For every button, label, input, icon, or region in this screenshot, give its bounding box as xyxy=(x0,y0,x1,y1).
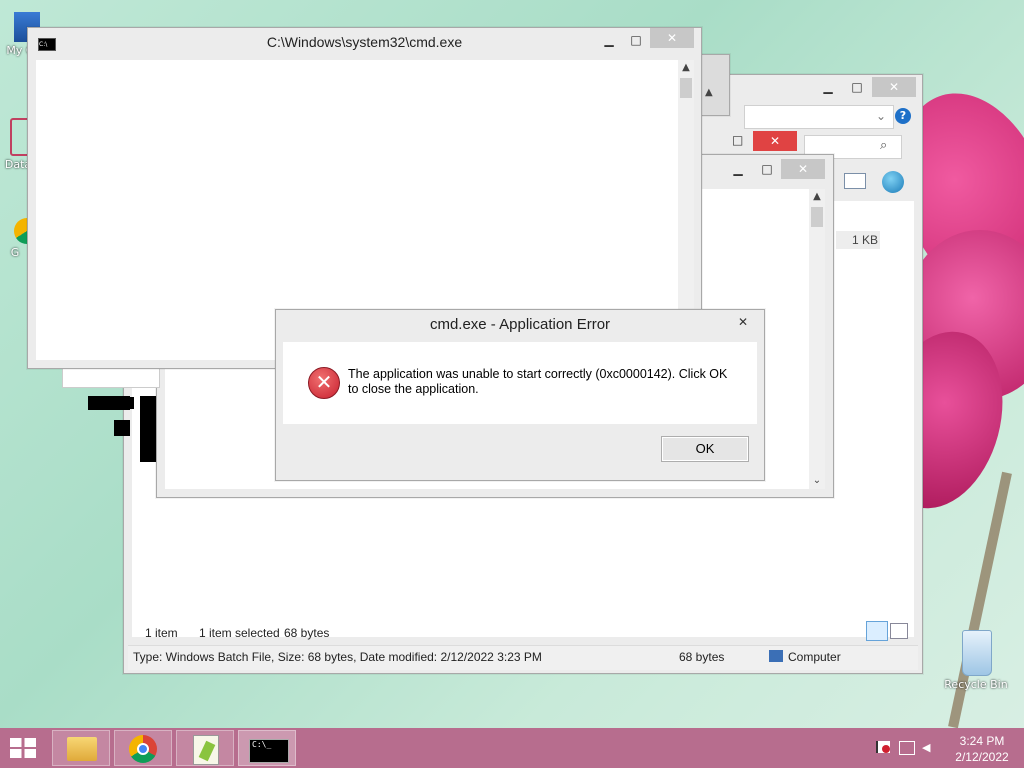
notepadpp-icon xyxy=(193,735,219,765)
address-bar[interactable] xyxy=(744,105,894,129)
console-icon: C:\_ xyxy=(249,739,289,763)
volume-muted-icon[interactable]: ◀ xyxy=(922,741,936,754)
close-button[interactable]: ✕ xyxy=(781,159,825,179)
details-bar-text: Type: Windows Batch File, Size: 68 bytes… xyxy=(133,650,542,664)
desktop-icon-chrome-shortcut[interactable]: G xyxy=(0,218,40,259)
error-icon: ✕ xyxy=(308,367,340,399)
scroll-thumb[interactable] xyxy=(680,78,692,98)
status-item-count: 1 item xyxy=(145,626,178,640)
details-bar-size: 68 bytes xyxy=(679,650,725,664)
large-icons-view-icon[interactable] xyxy=(890,623,908,639)
stacked-window: ▲ xyxy=(700,54,730,116)
close-button[interactable]: ✕ xyxy=(650,28,694,48)
minimize-button[interactable]: ▁ xyxy=(596,30,622,50)
folder-icon xyxy=(67,737,97,761)
error-message: The application was unable to start corr… xyxy=(348,367,728,396)
taskbar-file-explorer[interactable] xyxy=(52,730,110,766)
network-globe-icon[interactable] xyxy=(882,171,904,193)
chevron-down-icon[interactable]: ⌄ xyxy=(876,109,886,123)
close-button[interactable]: ✕ xyxy=(728,312,758,332)
action-center-flag-icon[interactable] xyxy=(876,741,890,753)
stacked-maximize[interactable]: □ xyxy=(732,133,743,147)
maximize-button[interactable]: □ xyxy=(844,77,870,97)
minimize-button[interactable]: ▁ xyxy=(725,159,751,179)
clock-date[interactable]: 2/12/2022 xyxy=(944,750,1020,764)
scroll-down-icon[interactable]: ⌄ xyxy=(809,473,825,489)
scroll-up-icon[interactable]: ▲ xyxy=(705,87,713,98)
status-selected-size: 68 bytes xyxy=(284,626,330,640)
notepadpp-icon-leaf xyxy=(198,740,216,762)
network-icon[interactable] xyxy=(899,741,915,755)
minimize-button[interactable]: ▁ xyxy=(815,77,841,97)
status-selected: 1 item selected xyxy=(199,626,280,640)
start-button[interactable] xyxy=(8,736,38,760)
taskbar-notepadpp[interactable] xyxy=(176,730,234,766)
recycle-bin-icon xyxy=(962,630,992,676)
search-icon[interactable]: ⌕ xyxy=(880,138,887,153)
desktop-icon-label: Recycle Bin xyxy=(944,678,1008,691)
scroll-thumb[interactable] xyxy=(811,207,823,227)
ok-button[interactable]: OK xyxy=(661,436,749,462)
maximize-button[interactable]: □ xyxy=(623,30,649,50)
file-size-cell: 1 KB xyxy=(836,231,880,249)
help-icon[interactable]: ? xyxy=(895,108,911,124)
dialog-title: cmd.exe - Application Error xyxy=(429,316,611,333)
window-fragment xyxy=(62,366,160,388)
error-dialog: cmd.exe - Application Error ✕ ✕ The appl… xyxy=(275,309,765,481)
clock-time[interactable]: 3:24 PM xyxy=(944,734,1020,748)
taskbar-chrome[interactable] xyxy=(114,730,172,766)
desktop-icon-label: G xyxy=(10,246,20,259)
scroll-up-icon[interactable]: ▲ xyxy=(809,189,825,205)
preview-pane-icon[interactable] xyxy=(844,173,866,189)
maximize-button[interactable]: □ xyxy=(754,159,780,179)
computer-small-icon xyxy=(769,650,783,662)
vertical-scrollbar[interactable]: ▲ ⌄ xyxy=(809,189,825,489)
details-view-icon[interactable] xyxy=(866,621,888,641)
taskbar-cmd[interactable]: C:\_ xyxy=(238,730,296,766)
window-fragment xyxy=(140,396,156,462)
details-bar-location: Computer xyxy=(788,650,841,664)
desktop-icon-recycle-bin[interactable]: Recycle Bin xyxy=(940,630,1012,691)
taskbar: C:\_ ◀ 3:24 PM 2/12/2022 xyxy=(0,728,1024,768)
chrome-icon xyxy=(129,735,157,763)
scroll-up-icon[interactable]: ▲ xyxy=(678,60,694,76)
close-button[interactable]: ✕ xyxy=(872,77,916,97)
window-fragment xyxy=(88,396,130,410)
windows-logo-icon xyxy=(10,738,36,758)
window-fragment xyxy=(114,420,130,436)
stacked-close-button[interactable]: ✕ xyxy=(753,131,797,151)
flag-x xyxy=(882,745,890,753)
chrome-icon-center xyxy=(137,743,149,755)
